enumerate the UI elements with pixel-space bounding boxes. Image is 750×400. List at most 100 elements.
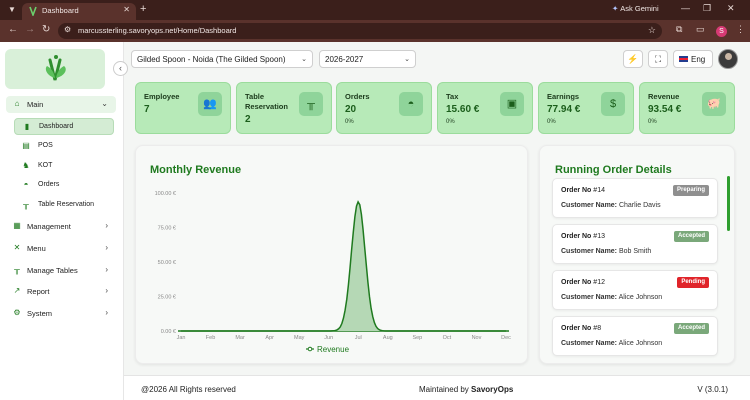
stat-card-employee[interactable]: Employee 7 👥: [135, 82, 231, 134]
year-select[interactable]: 2026-2027 ⌄: [319, 50, 416, 68]
sidebar-section-system[interactable]: ⚙ System ›: [6, 305, 116, 322]
order-card[interactable]: Order No #14 Preparing Customer Name: Ch…: [552, 178, 718, 218]
gemini-icon: ✦: [612, 4, 619, 13]
x-tick-label: May: [294, 335, 305, 341]
customer-name: Bob Smith: [618, 248, 652, 255]
app-logo[interactable]: [5, 49, 105, 89]
footer: @2026 All Rights reserved Maintained by …: [124, 375, 750, 400]
chevron-right-icon: ›: [105, 286, 108, 295]
sidebar-section-label: Menu: [27, 244, 46, 253]
stat-card-value: 20: [345, 104, 357, 115]
chevron-down-icon: ⌄: [301, 56, 307, 63]
order-card[interactable]: Order No #12 Pending Customer Name: Alic…: [552, 270, 718, 310]
sidebar: ⌂ Main ⌄ ▮ Dashboard ▤ POS ♞ KOT ◓ Order…: [0, 42, 124, 400]
chevron-down-icon: ⌄: [404, 56, 410, 63]
sidebar-section-main[interactable]: ⌂ Main ⌄: [6, 96, 116, 113]
footer-maintained-brand[interactable]: SavoryOps: [471, 385, 513, 394]
address-bar[interactable]: ⚙ marcussterling.savoryops.net/Home/Dash…: [58, 23, 662, 39]
quick-action-bolt-button[interactable]: ⚡: [623, 50, 643, 68]
sidebar-section-report[interactable]: ↗ Report ›: [6, 283, 116, 300]
y-tick-label: 0.00 €: [161, 329, 176, 335]
piggy-bank-icon: 🐖: [702, 92, 726, 116]
stat-card-percent: 0%: [345, 119, 354, 125]
tab-search-icon[interactable]: ▼: [6, 4, 18, 16]
order-number-value: #14: [593, 187, 605, 194]
split-view-icon[interactable]: ▭: [696, 24, 705, 35]
order-status-badge: Pending: [677, 277, 709, 288]
close-window-icon[interactable]: ✕: [727, 3, 735, 14]
legend-marker: [307, 346, 313, 352]
x-tick-label: Aug: [383, 335, 393, 341]
ask-gemini-label: Ask Gemini: [620, 4, 659, 13]
stat-card-revenue[interactable]: Revenue 93.54 € 0% 🐖: [639, 82, 735, 134]
tab-close-icon[interactable]: ✕: [123, 5, 130, 14]
stat-card-value: 77.94 €: [547, 104, 581, 115]
tab-title: Dashboard: [42, 6, 79, 15]
stat-card-value: 93.54 €: [648, 104, 682, 115]
order-card[interactable]: Order No #13 Accepted Customer Name: Bob…: [552, 224, 718, 264]
stat-card-label: Tax: [446, 92, 459, 101]
stat-card-earnings[interactable]: Earnings 77.94 € 0% $: [538, 82, 634, 134]
sidebar-section-label: Main: [27, 100, 44, 109]
minimize-icon[interactable]: —: [681, 3, 690, 13]
order-status-badge: Preparing: [672, 185, 709, 196]
order-number-label: Order No: [561, 187, 592, 194]
x-tick-label: Feb: [206, 335, 215, 341]
logo-leaf-icon: [45, 55, 66, 81]
sidebar-section-management[interactable]: ▦ Management ›: [6, 218, 116, 235]
x-tick-label: Nov: [472, 335, 482, 341]
profile-avatar[interactable]: S: [716, 26, 727, 37]
chevron-right-icon: ›: [105, 265, 108, 274]
money-icon: ▣: [500, 92, 524, 116]
sidebar-section-label: Manage Tables: [27, 266, 78, 275]
maximize-icon[interactable]: ❐: [703, 3, 711, 14]
sidebar-collapse-button[interactable]: ‹: [113, 61, 128, 76]
stat-card-tax[interactable]: Tax 15.60 € 0% ▣: [437, 82, 533, 134]
back-icon[interactable]: ←: [8, 24, 18, 35]
sidebar-section-menu[interactable]: ✕ Menu ›: [6, 240, 116, 257]
order-number-value: #8: [593, 325, 602, 332]
x-tick-label: Jul: [355, 335, 362, 341]
sidebar-item-kot[interactable]: ♞ KOT: [14, 158, 114, 175]
sidebar-item-label: KOT: [38, 162, 53, 169]
sidebar-section-manage-tables[interactable]: ╥ Manage Tables ›: [6, 262, 116, 279]
stat-card-table-reservation[interactable]: Table Reservation 2 ╥: [236, 82, 332, 134]
ask-gemini-button[interactable]: ✦ Ask Gemini: [612, 4, 659, 13]
order-card[interactable]: Order No #8 Accepted Customer Name: Alic…: [552, 316, 718, 356]
browser-tab[interactable]: Dashboard ✕: [22, 3, 136, 20]
cloche-icon: ◓: [23, 180, 29, 189]
bookmark-star-icon[interactable]: ☆: [648, 25, 656, 36]
app-favicon-icon: [29, 6, 37, 16]
orders-scrollbar[interactable]: [727, 176, 730, 231]
reload-icon[interactable]: ↻: [42, 24, 50, 35]
stat-card-percent: 0%: [446, 119, 455, 125]
user-avatar[interactable]: [718, 49, 738, 69]
language-selector[interactable]: Eng: [673, 50, 713, 68]
stat-card-orders[interactable]: Orders 20 0% ◓: [336, 82, 432, 134]
site-info-icon[interactable]: ⚙: [64, 25, 71, 34]
stat-card-label: Employee: [144, 92, 180, 101]
customer-label: Customer Name:: [561, 294, 618, 301]
x-tick-label: Oct: [443, 335, 452, 341]
forward-icon[interactable]: →: [25, 24, 35, 35]
coin-icon: $: [601, 92, 625, 116]
sidebar-item-dashboard[interactable]: ▮ Dashboard: [14, 118, 114, 135]
browser-menu-icon[interactable]: ⋮: [736, 24, 745, 35]
sidebar-item-pos[interactable]: ▤ POS: [14, 138, 114, 155]
footer-version: V (3.0.1): [697, 385, 728, 394]
restaurant-select-value: Gilded Spoon - Noida (The Gilded Spoon): [137, 55, 286, 64]
sidebar-item-orders[interactable]: ◓ Orders: [14, 177, 114, 194]
order-customer: Customer Name: Bob Smith: [561, 248, 651, 255]
chevron-down-icon: ⌄: [101, 99, 108, 108]
y-tick-label: 75.00 €: [158, 226, 176, 232]
fullscreen-button[interactable]: ⛶: [648, 50, 668, 68]
extensions-icon[interactable]: ⧉: [676, 24, 682, 35]
sidebar-section-label: System: [27, 309, 53, 318]
year-select-value: 2026-2027: [325, 55, 364, 64]
table-icon: ╥: [299, 92, 323, 116]
restaurant-select[interactable]: Gilded Spoon - Noida (The Gilded Spoon) …: [131, 50, 313, 68]
browser-tab-strip: ▼ Dashboard ✕ + ✦ Ask Gemini — ❐ ✕: [0, 0, 750, 20]
sidebar-item-table-reservation[interactable]: ╥ Table Reservation: [14, 197, 114, 214]
new-tab-icon[interactable]: +: [140, 3, 146, 15]
y-tick-label: 100.00 €: [155, 191, 176, 197]
